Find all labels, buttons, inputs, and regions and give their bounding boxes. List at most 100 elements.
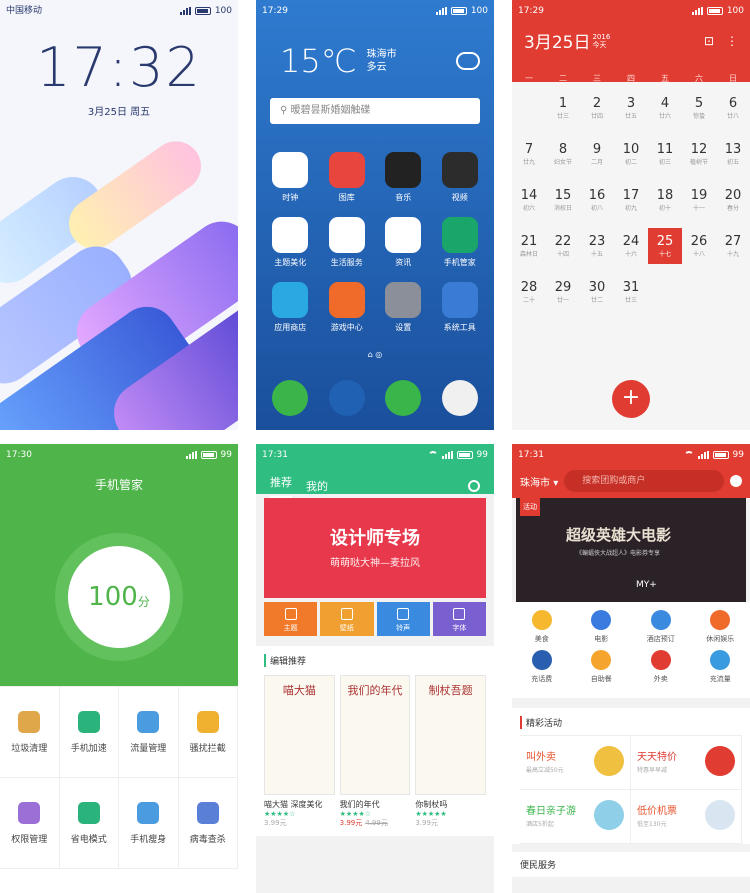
tool-pie[interactable]: 手机瘦身 [119,778,179,869]
theme-card[interactable]: 喵大猫 喵大猫 深度美化 ★★★★☆ 3.99元 [264,675,335,828]
day-cell[interactable]: 22 十四 [546,228,580,264]
category-item[interactable]: 休闲娱乐 [691,610,750,644]
score-ring[interactable]: 100 分 [55,533,183,661]
app-location[interactable]: 生活服务 [319,217,376,268]
day-cell[interactable]: 14 初六 [512,182,546,218]
tools-icon [441,282,478,318]
day-cell[interactable]: 8 妇女节 [546,136,580,172]
user-icon[interactable] [730,475,742,487]
day-number: 26 [690,234,708,249]
category-item[interactable]: 电影 [572,610,632,644]
day-cell[interactable]: 1 廿三 [546,90,580,126]
day-cell[interactable]: 11 初三 [648,136,682,172]
day-cell[interactable]: 27 十九 [716,228,750,264]
app-theme[interactable]: 主题美化 [262,217,319,268]
more-icon[interactable]: ⋮ [726,34,738,48]
day-cell[interactable]: 21 森林日 [512,228,546,264]
app-video[interactable]: 视频 [432,152,489,203]
calendar-title[interactable]: 3月25日 [524,28,590,53]
category-item[interactable]: 自助餐 [572,650,632,684]
day-cell[interactable]: 19 十一 [682,182,716,218]
tool-data[interactable]: 流量管理 [119,687,179,778]
theme-price: 3.99元 4.99元 [340,818,411,828]
day-cell[interactable]: 28 二十 [512,274,546,310]
tool-umbrella[interactable]: 骚扰拦截 [178,687,238,778]
day-cell[interactable]: 20 春分 [716,182,750,218]
tool-speed[interactable]: 手机加速 [59,687,119,778]
category-item[interactable]: 充流量 [691,650,750,684]
category-item[interactable]: 充话费 [512,650,572,684]
deal-card[interactable]: 低价机票 低至130元 [631,790,742,844]
day-number: 24 [622,234,640,249]
app-tools[interactable]: 系统工具 [432,282,489,333]
day-cell[interactable]: 15 消权日 [546,182,580,218]
app-gallery[interactable]: 图库 [319,152,376,203]
day-cell[interactable]: 26 十八 [682,228,716,264]
day-cell[interactable]: 31 廿三 [614,274,648,310]
app-store[interactable]: 应用商店 [262,282,319,333]
category-tile[interactable]: 字体 [432,602,486,636]
category-tile[interactable]: 壁纸 [320,602,374,636]
promo-banner[interactable]: 设计师专场 萌萌哒大神—麦拉风 [264,498,486,598]
day-cell[interactable]: 24 十六 [614,228,648,264]
day-cell[interactable]: 10 初二 [614,136,648,172]
day-cell[interactable]: 6 廿八 [716,90,750,126]
battery-level: 99 [476,450,488,460]
day-cell[interactable]: 18 初十 [648,182,682,218]
day-cell[interactable]: 3 廿五 [614,90,648,126]
day-cell[interactable]: 25 十七 [648,228,682,264]
search-icon[interactable] [468,480,480,492]
day-cell[interactable]: 23 十五 [580,228,614,264]
day-cell[interactable]: 5 惊蛰 [682,90,716,126]
camera-icon[interactable] [441,380,478,416]
day-cell[interactable]: 12 植树节 [682,136,716,172]
weather-widget[interactable]: 15℃ 珠海市 多云 [256,22,494,80]
tool-battery[interactable]: 省电模式 [59,778,119,869]
app-clock[interactable]: 时钟 [262,152,319,203]
add-event-button[interactable]: + [612,380,650,418]
day-cell[interactable]: 9 二月 [580,136,614,172]
deal-card[interactable]: 叫外卖 最高立减50元 [520,736,631,790]
tab-mine[interactable]: 我的 [306,478,328,494]
tool-broom[interactable]: 垃圾清理 [0,687,60,778]
category-item[interactable]: 美食 [512,610,572,644]
app-gear[interactable]: 设置 [375,282,432,333]
category-tile[interactable]: 主题 [264,602,318,636]
category-label: 主题 [283,624,298,632]
message-icon[interactable] [385,380,422,416]
today-icon[interactable]: ⊡ [704,34,714,48]
tab-recommend[interactable]: 推荐 [270,474,292,498]
category-item[interactable]: 酒店预订 [631,610,691,644]
app-music[interactable]: 音乐 [375,152,432,203]
app-news[interactable]: 资讯 [375,217,432,268]
day-cell[interactable]: 2 廿四 [580,90,614,126]
lunar-date: 消权日 [553,205,572,212]
browser-icon[interactable] [328,380,365,416]
status-time: 17:31 [518,450,544,460]
tool-shield[interactable]: 病毒查杀 [178,778,238,869]
day-cell[interactable]: 4 廿六 [648,90,682,126]
day-cell[interactable]: 30 廿二 [580,274,614,310]
day-cell[interactable]: 13 初五 [716,136,750,172]
search-input[interactable]: 搜索团购或商户 [564,470,724,492]
theme-card[interactable]: 我们的年代 我们的年代 ★★★★☆ 3.99元 4.99元 [339,675,411,828]
phone-icon[interactable] [272,380,309,416]
tool-lock[interactable]: 权限管理 [0,778,60,869]
theme-card[interactable]: 制杖吾题 你制杖吗 ★★★★★ 3.99元 [415,675,486,828]
day-cell[interactable]: 29 廿一 [546,274,580,310]
city-selector[interactable]: 珠海市 ▾ [520,474,558,489]
category-item[interactable]: 外卖 [631,650,691,684]
battery-icon [706,7,723,15]
app-gamepad[interactable]: 游戏中心 [319,282,376,333]
day-cell[interactable]: 17 初九 [614,182,648,218]
app-umbrella[interactable]: 手机管家 [432,217,489,268]
search-bar[interactable]: ⚲ 暧碧昙斯婚姻触碟 [270,98,480,124]
deal-card[interactable]: 天天特价 特惠早早减 [631,736,742,790]
deal-card[interactable]: 春日亲子游 酒店5折起 [520,790,631,844]
category-icon [591,610,612,630]
day-cell[interactable]: 16 初八 [580,182,614,218]
day-cell[interactable]: 7 廿九 [512,136,546,172]
promo-banner[interactable]: 活动 超级英雄大电影 《蝙蝠侠大战超人》电影券专享 MY+ [516,498,746,602]
home-screen: 17:29 100 15℃ 珠海市 多云 ⚲ 暧碧昙斯婚姻触碟 时钟 图库 音乐 视频主… [256,0,494,430]
category-tile[interactable]: 铃声 [376,602,430,636]
